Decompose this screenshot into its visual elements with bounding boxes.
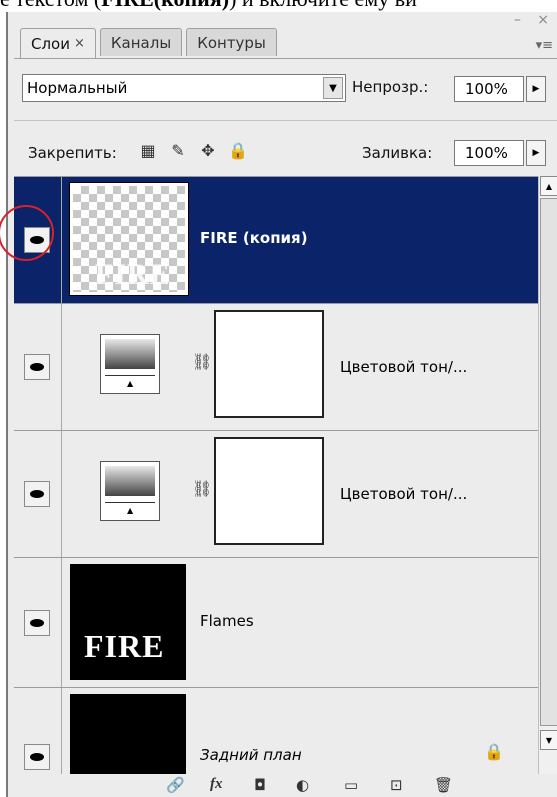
tab-layers-label: Слои [31, 34, 70, 53]
scroll-down-icon[interactable]: ▼ [540, 730, 557, 750]
window-controls[interactable]: – × [514, 12, 555, 28]
thumbnail-text: FIRE [95, 258, 171, 291]
blend-mode-value: Нормальный [27, 79, 128, 97]
layers-list: FIRE FIRE (копия) ▲ ⛓ Цветовой тон/... ▲… [14, 176, 538, 775]
eye-icon[interactable] [24, 610, 50, 636]
tab-channels-label: Каналы [110, 33, 172, 52]
chain-link-icon[interactable]: ⛓ [192, 352, 212, 371]
fill-label: Заливка: [362, 144, 433, 162]
lock-options: ▦ ✎ ✥ 🔒 [138, 140, 248, 160]
layer-name[interactable]: Задний план [200, 746, 302, 764]
layer-thumbnail: FIRE [70, 564, 186, 680]
tab-paths[interactable]: Контуры [186, 28, 277, 56]
lock-all-icon[interactable]: 🔒 [228, 140, 248, 160]
eye-icon[interactable] [24, 481, 50, 507]
chevron-down-icon[interactable]: ▼ [323, 77, 343, 99]
visibility-cell [14, 431, 62, 557]
new-group-icon[interactable]: ▭ [344, 776, 358, 794]
adjustment-layer-icon[interactable]: ◐ [296, 776, 309, 794]
adjustment-icon: ▲ [100, 461, 160, 521]
divider [14, 120, 557, 121]
layers-scrollbar[interactable]: ▲ ▼ [538, 176, 557, 774]
close-icon[interactable]: × [74, 36, 85, 51]
tab-channels[interactable]: Каналы [99, 28, 183, 56]
panel-tabs: Слои × Каналы Контуры [20, 28, 281, 58]
opacity-input[interactable]: 100% [454, 76, 524, 102]
layer-name[interactable]: Цветовой тон/... [340, 358, 467, 376]
layer-mask-thumbnail [214, 437, 324, 545]
tab-paths-label: Контуры [197, 33, 266, 52]
lock-brush-icon[interactable]: ✎ [168, 140, 188, 160]
visibility-cell [14, 304, 62, 430]
add-mask-icon[interactable]: ◘ [254, 776, 266, 794]
scroll-thumb[interactable] [540, 198, 557, 726]
fill-input[interactable]: 100% [454, 140, 524, 166]
eye-icon[interactable] [24, 744, 50, 770]
layer-mask-thumbnail [214, 310, 324, 418]
tab-layers[interactable]: Слои × [20, 28, 96, 58]
highlight-circle [0, 205, 54, 261]
layer-row[interactable]: ▲ ⛓ Цветовой тон/... [14, 431, 538, 558]
lock-transparent-icon[interactable]: ▦ [138, 140, 158, 160]
layer-thumbnail [70, 694, 186, 775]
layer-name[interactable]: FIRE (копия) [200, 229, 308, 247]
lock-icon: 🔒 [484, 742, 504, 761]
scroll-up-icon[interactable]: ▲ [540, 176, 557, 196]
new-layer-icon[interactable]: ⊡ [390, 776, 403, 794]
opacity-slider-arrow-icon[interactable]: ▶ [526, 76, 546, 102]
opacity-label: Непрозр.: [352, 78, 429, 96]
blend-mode-select[interactable]: Нормальный ▼ [22, 74, 346, 102]
panel-menu-icon[interactable]: ▾≡ [536, 38, 553, 53]
layer-row[interactable]: FIRE Flames [14, 558, 538, 688]
visibility-cell [14, 558, 62, 687]
eye-icon[interactable] [24, 354, 50, 380]
fx-icon[interactable]: fx [210, 776, 223, 793]
document-text: е текстом (FIRE(копия)) и включите ему в… [0, 0, 557, 12]
layer-row[interactable]: FIRE FIRE (копия) [14, 177, 538, 304]
tab-divider [14, 58, 557, 59]
layer-row[interactable]: Задний план 🔒 [14, 688, 538, 775]
fill-slider-arrow-icon[interactable]: ▶ [526, 140, 546, 166]
layer-name[interactable]: Flames [200, 612, 254, 630]
trash-icon[interactable]: 🗑 [434, 776, 453, 794]
lock-move-icon[interactable]: ✥ [198, 140, 218, 160]
visibility-cell [14, 688, 62, 775]
link-layers-icon[interactable]: 🔗 [166, 776, 185, 794]
layers-panel: – × Слои × Каналы Контуры ▾≡ Нормальный ▼… [6, 12, 557, 797]
adjustment-icon: ▲ [100, 334, 160, 394]
lock-label: Закрепить: [28, 144, 117, 162]
layers-footer: 🔗 fx ◘ ◐ ▭ ⊡ 🗑 [14, 774, 557, 797]
chain-link-icon[interactable]: ⛓ [192, 479, 212, 498]
thumbnail-text: FIRE [84, 628, 165, 664]
layer-name[interactable]: Цветовой тон/... [340, 485, 467, 503]
layer-row[interactable]: ▲ ⛓ Цветовой тон/... [14, 304, 538, 431]
layer-thumbnail: FIRE [69, 182, 189, 296]
